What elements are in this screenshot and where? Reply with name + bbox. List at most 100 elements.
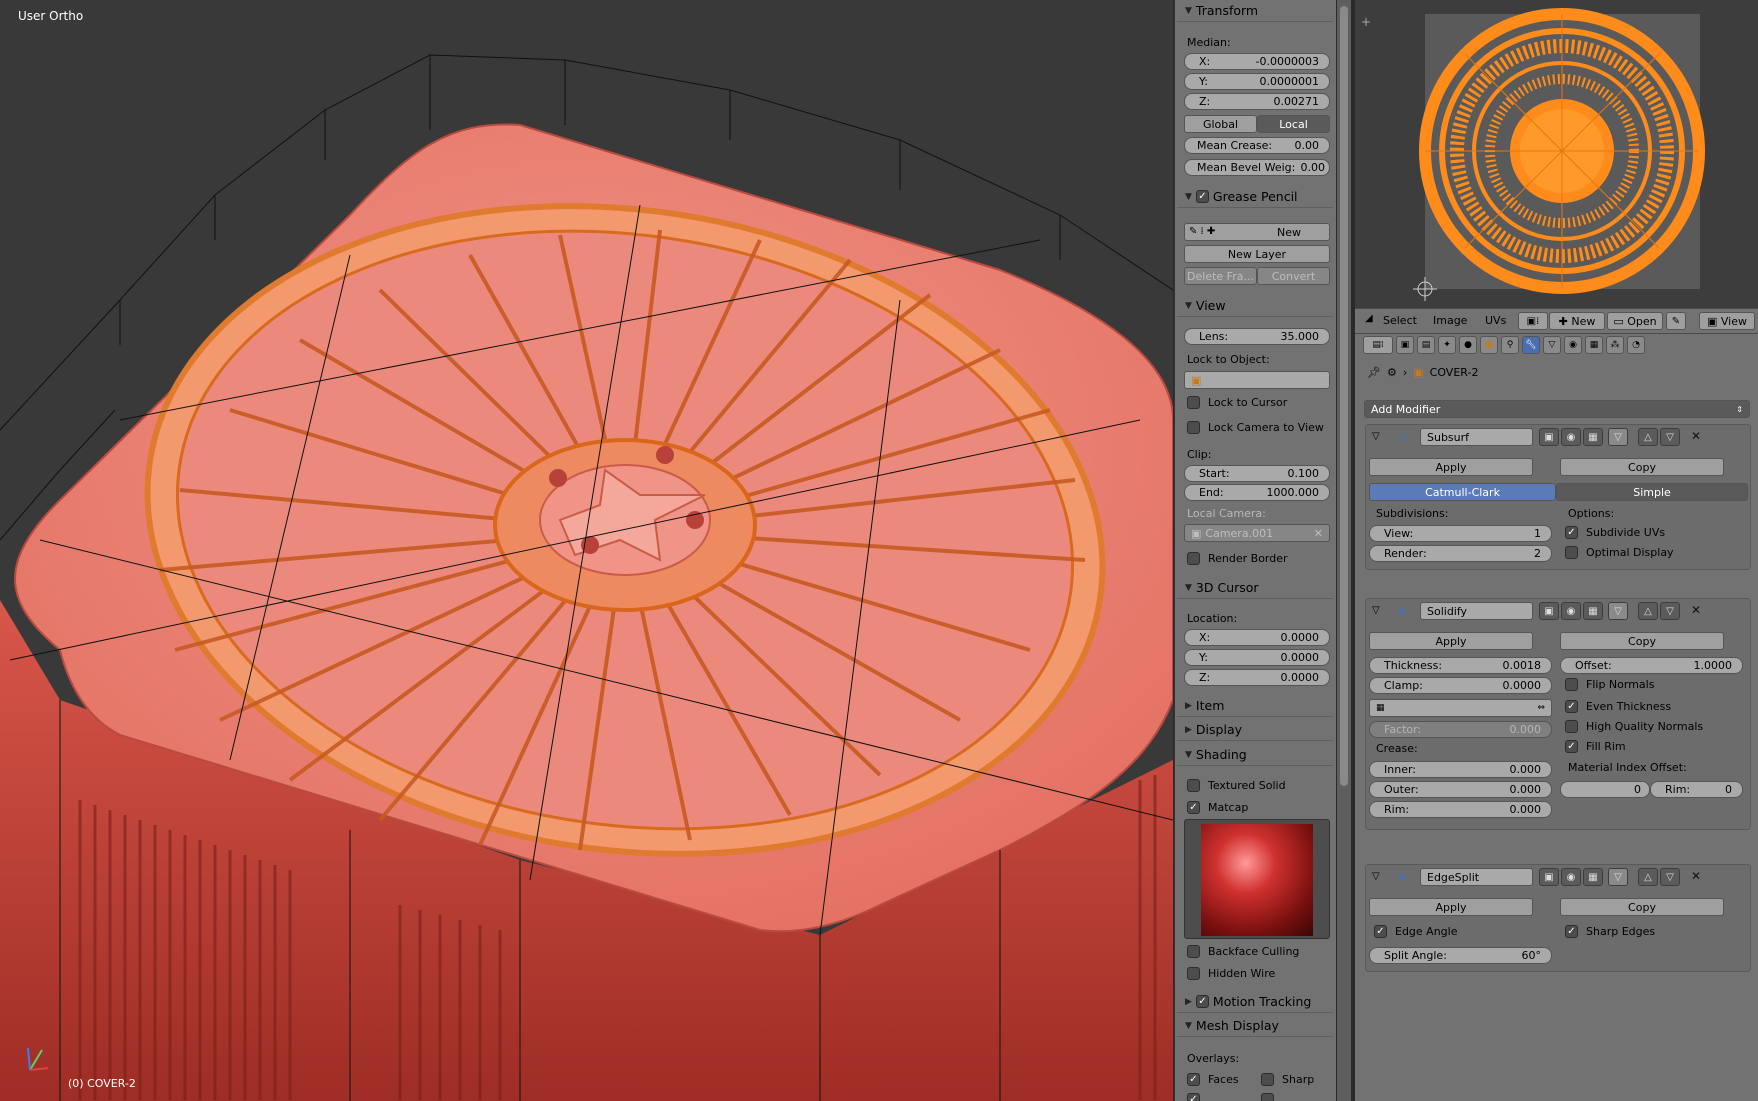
viewport-eye-icon[interactable]: ◉ xyxy=(1561,602,1581,620)
material-tab-icon[interactable]: ◉ xyxy=(1564,336,1582,354)
image-new-button[interactable]: ✚ New xyxy=(1549,312,1605,330)
layers-tab-icon[interactable]: ▤ xyxy=(1417,336,1435,354)
lens-field[interactable]: Lens: 35.000 xyxy=(1184,328,1330,345)
menu-image[interactable]: Image xyxy=(1433,314,1467,327)
subdivide-uvs-checkbox[interactable]: ✓ xyxy=(1565,526,1578,539)
thickness-field[interactable]: Thickness: 0.0018 xyxy=(1369,657,1552,674)
clamp-field[interactable]: Clamp: 0.0000 xyxy=(1369,677,1552,694)
render-tab-icon[interactable]: ▣ xyxy=(1396,336,1414,354)
hidden-wire-checkbox[interactable] xyxy=(1187,967,1200,980)
edgesplit-name-field[interactable]: EdgeSplit xyxy=(1420,868,1533,886)
fill-rim-checkbox[interactable]: ✓ xyxy=(1565,740,1578,753)
median-z-field[interactable]: Z: 0.00271 xyxy=(1184,93,1330,110)
display-panel-header[interactable]: ▶ Display xyxy=(1177,719,1333,741)
invert-icon[interactable]: ⇔ xyxy=(1537,703,1545,713)
faces-checkbox[interactable]: ✓ xyxy=(1187,1073,1200,1086)
solidify-apply-button[interactable]: Apply xyxy=(1369,632,1533,650)
crease-outer-field[interactable]: Outer: 0.000 xyxy=(1369,781,1552,798)
mean-crease-field[interactable]: Mean Crease: 0.00 xyxy=(1184,137,1330,154)
scene-tab-icon[interactable]: ✦ xyxy=(1438,336,1456,354)
shelf-scrollbar[interactable] xyxy=(1337,0,1351,1101)
edgesplit-copy-button[interactable]: Copy xyxy=(1560,898,1724,916)
mesh-display-panel-header[interactable]: ▼ Mesh Display xyxy=(1177,1015,1333,1037)
item-panel-header[interactable]: ▶ Item xyxy=(1177,695,1333,717)
sharp-edges-checkbox[interactable]: ✓ xyxy=(1565,925,1578,938)
backface-culling-checkbox[interactable] xyxy=(1187,945,1200,958)
close-icon[interactable]: ✕ xyxy=(1691,869,1701,883)
textured-solid-checkbox[interactable] xyxy=(1187,779,1200,792)
clip-end-field[interactable]: End: 1000.000 xyxy=(1184,484,1330,501)
add-modifier-dropdown[interactable]: Add Modifier ⇕ xyxy=(1364,400,1750,418)
render-toggle-icon[interactable]: ▣ xyxy=(1539,868,1559,886)
view-mode-button[interactable]: ▣ View xyxy=(1699,312,1755,330)
cursor-x-field[interactable]: X: 0.0000 xyxy=(1184,629,1330,646)
material-offset-field[interactable]: 0 xyxy=(1560,781,1650,798)
clear-icon[interactable]: ✕ xyxy=(1314,527,1323,540)
clip-start-field[interactable]: Start: 0.100 xyxy=(1184,465,1330,482)
scrollbar-thumb[interactable] xyxy=(1340,6,1348,786)
subsurf-render-field[interactable]: Render: 2 xyxy=(1369,545,1552,562)
viewport-eye-icon[interactable]: ◉ xyxy=(1561,868,1581,886)
editmode-toggle-icon[interactable]: ▦ xyxy=(1583,428,1603,446)
vertex-group-field[interactable]: ▦ ⇔ xyxy=(1369,699,1552,717)
on-cage-icon[interactable]: ▽ xyxy=(1608,868,1628,886)
flip-normals-checkbox[interactable] xyxy=(1565,678,1578,691)
render-border-checkbox[interactable] xyxy=(1187,552,1200,565)
3d-viewport[interactable]: User Ortho (0) COVER-2 xyxy=(0,0,1173,1101)
global-toggle[interactable]: Global xyxy=(1184,115,1257,133)
motion-tracking-panel-header[interactable]: ▶ ✓ Motion Tracking xyxy=(1177,991,1333,1013)
edgesplit-apply-button[interactable]: Apply xyxy=(1369,898,1533,916)
move-up-icon[interactable]: △ xyxy=(1638,428,1658,446)
render-toggle-icon[interactable]: ▣ xyxy=(1539,428,1559,446)
factor-field[interactable]: Factor: 0.000 xyxy=(1369,721,1552,738)
move-down-icon[interactable]: ▽ xyxy=(1660,428,1680,446)
physics-tab-icon[interactable]: ◔ xyxy=(1627,336,1645,354)
cursor-y-field[interactable]: Y: 0.0000 xyxy=(1184,649,1330,666)
lock-camera-checkbox[interactable] xyxy=(1187,421,1200,434)
lock-object-field[interactable]: ▣ xyxy=(1184,371,1330,389)
new-layer-button[interactable]: New Layer xyxy=(1184,245,1330,263)
lock-cursor-checkbox[interactable] xyxy=(1187,396,1200,409)
editor-type-dropdown[interactable]: ▤⁞ xyxy=(1363,336,1393,354)
collapse-icon[interactable]: ▽ xyxy=(1372,871,1380,882)
grease-pencil-panel-header[interactable]: ▼ ✓ Grease Pencil xyxy=(1177,186,1333,208)
edge-angle-checkbox[interactable]: ✓ xyxy=(1374,925,1387,938)
texture-tab-icon[interactable]: ▦ xyxy=(1585,336,1603,354)
matcap-preview[interactable] xyxy=(1184,819,1330,939)
modifiers-tab-icon[interactable]: 🔧︎ xyxy=(1522,336,1540,354)
view-panel-header[interactable]: ▼ View xyxy=(1177,295,1333,317)
image-browse-button[interactable]: ▣⁞ xyxy=(1518,312,1548,330)
offset-field[interactable]: Offset: 1.0000 xyxy=(1560,657,1743,674)
constraints-tab-icon[interactable]: ⚲ xyxy=(1501,336,1519,354)
menu-select[interactable]: Select xyxy=(1383,314,1417,327)
subsurf-copy-button[interactable]: Copy xyxy=(1560,458,1724,476)
seams-checkbox[interactable] xyxy=(1261,1093,1274,1101)
creases-checkbox[interactable]: ✓ xyxy=(1187,1093,1200,1101)
on-cage-icon[interactable]: ▽ xyxy=(1608,428,1628,446)
close-icon[interactable]: ✕ xyxy=(1691,429,1701,443)
median-y-field[interactable]: Y: 0.0000001 xyxy=(1184,73,1330,90)
collapse-icon[interactable]: ▽ xyxy=(1372,431,1380,442)
optimal-display-checkbox[interactable] xyxy=(1565,546,1578,559)
pin-icon[interactable]: 📌︎ xyxy=(1367,366,1381,379)
subsurf-name-field[interactable]: Subsurf xyxy=(1420,428,1533,446)
image-open-button[interactable]: ▭ Open xyxy=(1607,312,1663,330)
move-up-icon[interactable]: △ xyxy=(1638,868,1658,886)
split-angle-field[interactable]: Split Angle: 60° xyxy=(1369,947,1552,964)
local-camera-field[interactable]: ▣ Camera.001 ✕ xyxy=(1184,524,1330,542)
data-tab-icon[interactable]: ▽ xyxy=(1543,336,1561,354)
sharp-checkbox[interactable] xyxy=(1261,1073,1274,1086)
viewport-eye-icon[interactable]: ◉ xyxy=(1561,428,1581,446)
3d-cursor-panel-header[interactable]: ▼ 3D Cursor xyxy=(1177,577,1333,599)
editmode-toggle-icon[interactable]: ▦ xyxy=(1583,602,1603,620)
uv-editor[interactable]: + xyxy=(1355,0,1758,308)
subsurf-apply-button[interactable]: Apply xyxy=(1369,458,1533,476)
on-cage-icon[interactable]: ▽ xyxy=(1608,602,1628,620)
particles-tab-icon[interactable]: ⁂ xyxy=(1606,336,1624,354)
transform-panel-header[interactable]: ▼ Transform xyxy=(1177,0,1333,22)
move-down-icon[interactable]: ▽ xyxy=(1660,868,1680,886)
catmull-clark-toggle[interactable]: Catmull-Clark xyxy=(1369,483,1556,501)
high-quality-normals-checkbox[interactable] xyxy=(1565,720,1578,733)
editmode-toggle-icon[interactable]: ▦ xyxy=(1583,868,1603,886)
close-icon[interactable]: ✕ xyxy=(1691,603,1701,617)
